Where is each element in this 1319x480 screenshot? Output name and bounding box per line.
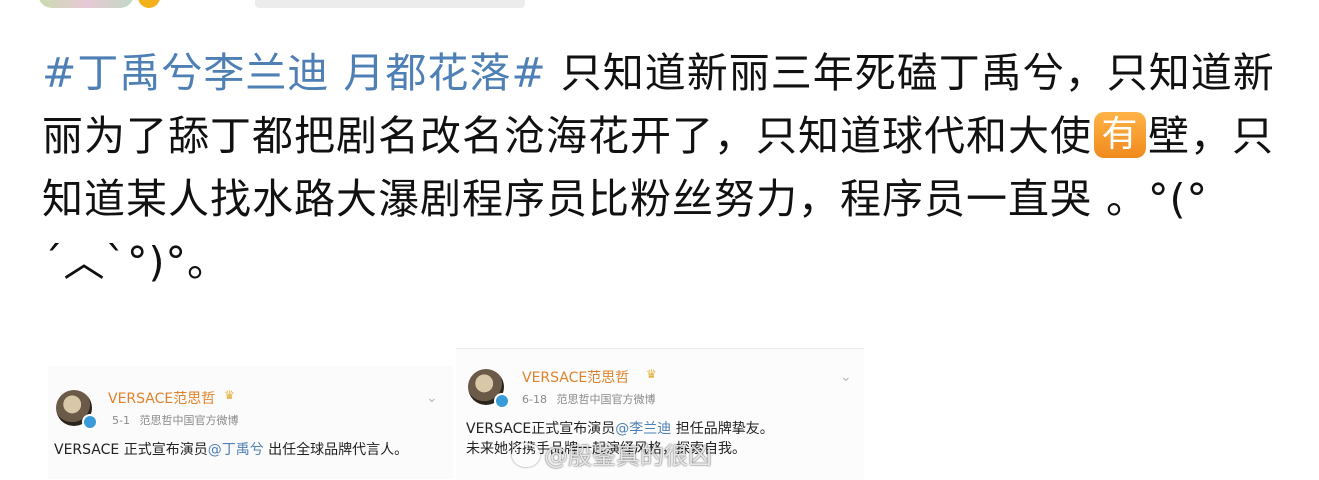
topic-link[interactable]: #丁禹兮李兰迪 月都花落# [42, 49, 547, 97]
chevron-down-icon[interactable]: ⌄ [426, 390, 438, 406]
previous-post-header-fragment [0, 0, 1319, 12]
post-date: 5-1 [112, 414, 130, 427]
card-body-text-suffix: 担任品牌挚友。 [671, 421, 774, 437]
crown-icon: ♛ [646, 367, 657, 381]
crown-icon: ♛ [224, 388, 235, 402]
account-name[interactable]: VERSACE范思哲 [108, 388, 215, 408]
watermark: @殷鉴真的很凶 [512, 436, 712, 471]
post-text: #丁禹兮李兰迪 月都花落# 只知道新丽三年死磕丁禹兮，只知道新丽为了舔丁都把剧名… [42, 42, 1282, 294]
mention-link[interactable]: @李兰迪 [615, 421, 671, 437]
avatar[interactable] [38, 0, 134, 8]
post-meta: 5-1 范思哲中国官方微博 [112, 412, 238, 428]
card-body-text-suffix: 出任全球品牌代言人。 [263, 442, 409, 458]
embedded-screenshot-card-1[interactable]: VERSACE范思哲 ♛ 5-1 范思哲中国官方微博 ⌄ VERSACE 正式宣… [48, 366, 453, 479]
post-date: 6-18 [522, 393, 547, 406]
account-name[interactable]: VERSACE范思哲 [522, 367, 629, 387]
post-source: 范思哲中国官方微博 [139, 414, 239, 427]
card-body: VERSACE 正式宣布演员@丁禹兮 出任全球品牌代言人。 [54, 440, 444, 460]
card-body-text: VERSACE 正式宣布演员 [54, 442, 208, 458]
verified-badge-icon [82, 414, 98, 430]
weibo-logo-icon [512, 443, 540, 467]
watermark-text: @殷鉴真的很凶 [544, 442, 712, 470]
post-meta: 6-18 范思哲中国官方微博 [522, 391, 655, 407]
chevron-down-icon[interactable]: ⌄ [840, 369, 852, 385]
verified-badge-icon [494, 393, 510, 409]
vip-badge-icon [138, 0, 160, 8]
post-source: 范思哲中国官方微博 [556, 393, 656, 406]
mention-link[interactable]: @丁禹兮 [208, 442, 264, 458]
card-body-text: VERSACE正式宣布演员 [466, 421, 616, 437]
username-fragment [255, 0, 525, 8]
you-emoji-icon: 有 [1094, 112, 1146, 158]
